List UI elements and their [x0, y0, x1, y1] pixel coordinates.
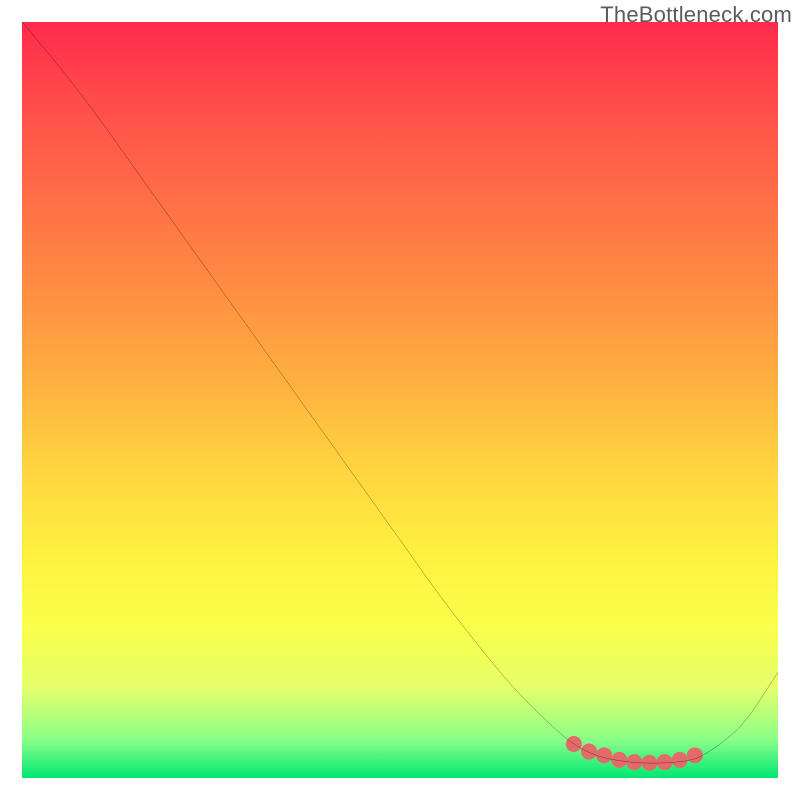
chart-stage: TheBottleneck.com	[0, 0, 800, 800]
optimal-marker	[672, 752, 688, 768]
bottleneck-curve	[22, 22, 778, 763]
optimal-marker	[596, 747, 612, 763]
watermark-text: TheBottleneck.com	[600, 2, 792, 28]
optimal-marker	[611, 752, 627, 768]
optimal-marker	[626, 754, 642, 770]
optimal-marker	[581, 744, 597, 760]
optimal-marker	[687, 747, 703, 763]
chart-svg	[22, 22, 778, 778]
optimal-marker	[657, 754, 673, 770]
optimal-band-markers	[566, 736, 703, 771]
